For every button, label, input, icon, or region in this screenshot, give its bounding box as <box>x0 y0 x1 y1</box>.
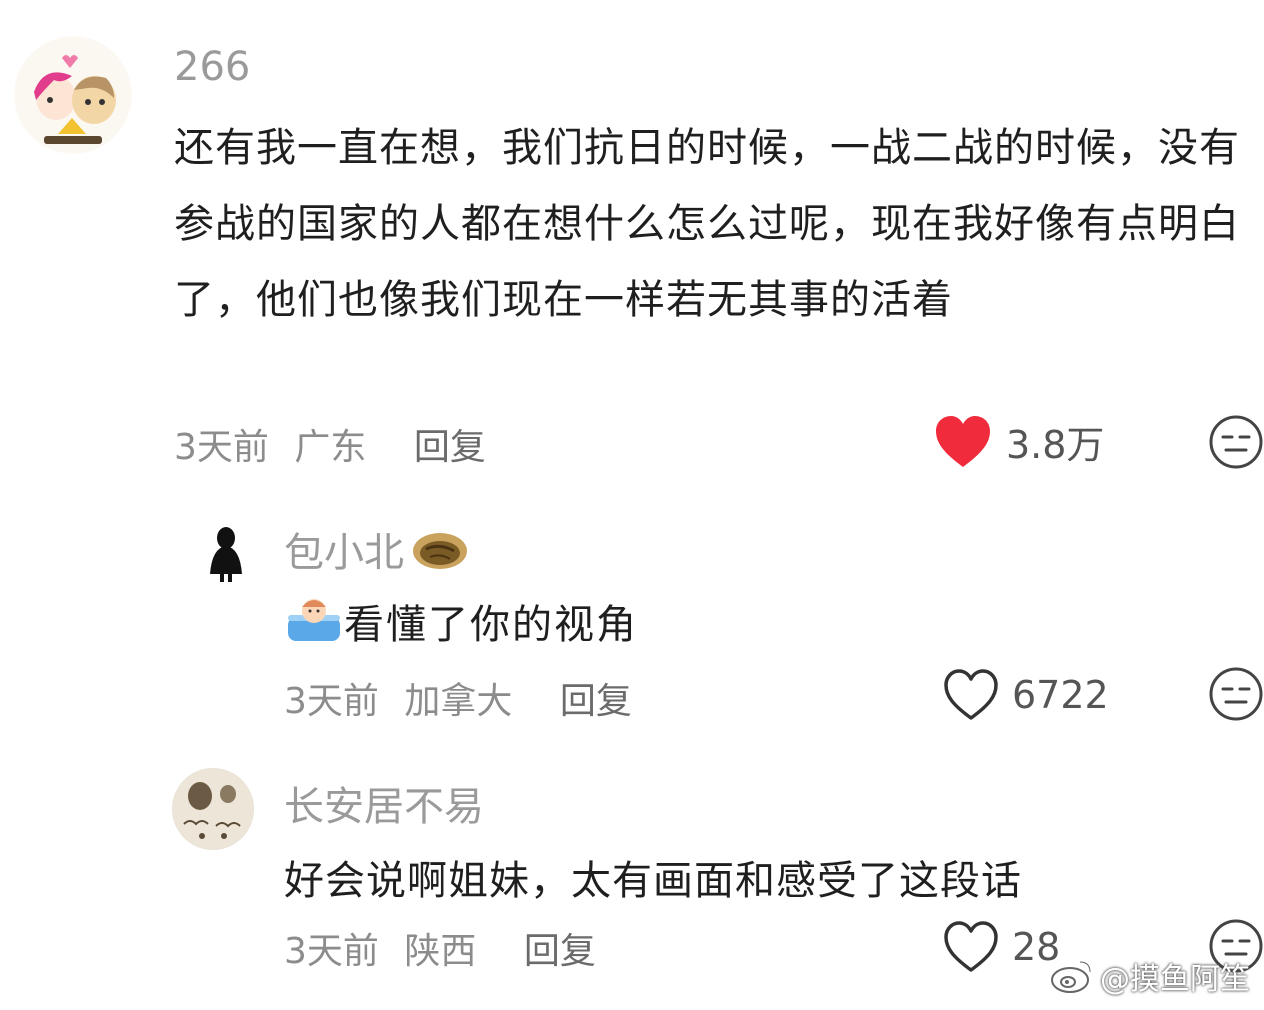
avatar[interactable] <box>172 768 254 850</box>
watermark-text: @摸鱼阿笙 <box>1100 962 1250 997</box>
watermark: @摸鱼阿笙 <box>1050 954 1250 998</box>
like-button[interactable]: 3.8万 <box>934 414 1104 469</box>
like-count: 3.8万 <box>1006 423 1105 467</box>
comment-location: 陕西 <box>404 931 477 972</box>
comment-time: 3天前 <box>284 931 379 972</box>
comment-text: 还有我一直在想，我们抗日的时候，一战二战的时候，没有参战的国家的人都在想什么怎么… <box>174 125 1240 323</box>
walnut-icon <box>413 533 467 569</box>
comment-item: 266 还有我一直在想，我们抗日的时候，一战二战的时候，没有参战的国家的人都在想… <box>0 0 1264 490</box>
reply-item: 包小北 看懂了你的视角 3天前 加拿大 回复 6722 <box>0 500 1264 750</box>
username[interactable]: 266 <box>174 44 250 90</box>
dislike-button[interactable] <box>1208 414 1264 474</box>
comment-meta: 3天前 陕西 回复 <box>284 922 596 974</box>
like-button[interactable]: 6722 <box>942 668 1109 722</box>
avatar[interactable] <box>14 36 132 154</box>
weibo-logo-icon <box>1051 960 1092 993</box>
black-figure-avatar-icon <box>189 513 263 587</box>
comment-text: 好会说啊姐妹，太有画面和感受了这段话 <box>284 858 1022 904</box>
comment-location: 加拿大 <box>404 681 513 722</box>
username-text: 包小北 <box>284 530 404 576</box>
neutral-face-icon <box>1209 667 1263 721</box>
comment-location: 广东 <box>294 427 367 468</box>
heart-filled-icon <box>936 415 990 467</box>
like-button[interactable]: 28 <box>942 920 1060 974</box>
neutral-face-icon <box>1209 415 1263 469</box>
comment-time: 3天前 <box>174 427 269 468</box>
reply-button[interactable]: 回复 <box>414 418 486 470</box>
like-count: 6722 <box>1012 673 1109 717</box>
comment-text-body: 看懂了你的视角 <box>344 602 638 648</box>
comment-meta: 3天前 广东 回复 <box>174 418 486 470</box>
username[interactable]: 包小北 <box>284 520 470 578</box>
comment-text: 看懂了你的视角 <box>284 592 638 650</box>
heart-outline-icon <box>944 921 998 972</box>
heart-outline-icon <box>944 669 998 720</box>
reply-button[interactable]: 回复 <box>524 922 596 974</box>
username[interactable]: 长安居不易 <box>284 774 484 832</box>
cartoon-couple-avatar-icon <box>15 37 131 153</box>
reply-button[interactable]: 回复 <box>560 672 632 724</box>
bathtub-emoji-icon <box>288 599 340 641</box>
comment-time: 3天前 <box>284 681 379 722</box>
avatar[interactable] <box>188 512 264 588</box>
dislike-button[interactable] <box>1208 666 1264 726</box>
comment-meta: 3天前 加拿大 回复 <box>284 672 632 724</box>
sketch-avatar-icon <box>173 769 253 849</box>
